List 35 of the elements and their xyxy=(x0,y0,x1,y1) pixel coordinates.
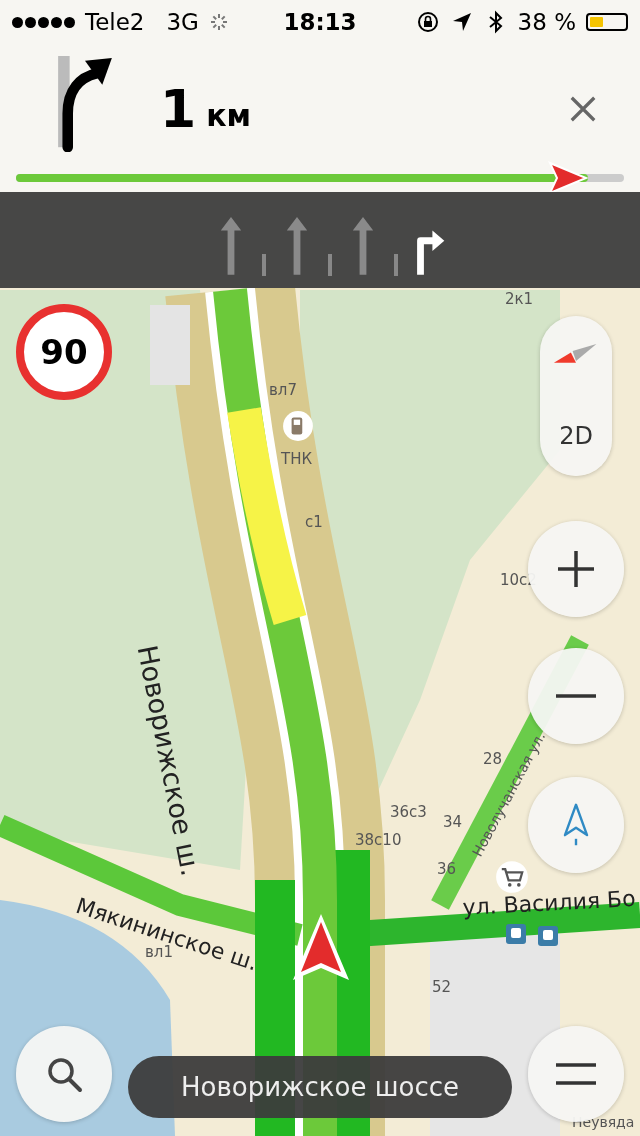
plus-icon xyxy=(556,549,596,589)
position-arrow-icon xyxy=(291,912,351,982)
menu-icon xyxy=(556,1062,596,1086)
rotation-lock-icon xyxy=(415,10,440,34)
signal-strength-icon xyxy=(12,16,75,28)
view-mode-button[interactable]: 2D xyxy=(540,396,612,476)
map-label: Неувяда xyxy=(572,1115,635,1129)
bus-stop-icon xyxy=(506,924,526,944)
map-label: ТНК xyxy=(281,452,313,467)
map-label: 52 xyxy=(432,980,452,995)
map-label: 10с2 xyxy=(500,573,537,588)
current-street-label: Новорижское шоссе xyxy=(128,1056,512,1118)
map-label: 34 xyxy=(443,815,463,830)
map-label: вл7 xyxy=(269,383,297,398)
carrier-name: Tele2 xyxy=(85,9,145,35)
battery-icon xyxy=(586,13,628,31)
shopping-cart-icon xyxy=(495,860,529,894)
clock-time: 18:13 xyxy=(283,9,357,35)
fuel-pump-icon xyxy=(282,410,314,442)
position-marker-icon xyxy=(547,161,588,195)
map-label: 2к1 xyxy=(505,292,534,307)
distance-unit: км xyxy=(206,97,252,133)
battery-percent: 38 % xyxy=(517,9,576,35)
map-label: с1 xyxy=(305,515,323,530)
north-arrow-icon xyxy=(562,802,590,848)
network-type: 3G xyxy=(166,9,199,35)
close-icon xyxy=(568,94,598,124)
map-label: ул. Василия Бо xyxy=(462,887,637,919)
minus-icon xyxy=(556,693,596,699)
map-label: 36с3 xyxy=(390,805,427,820)
activity-spinner-icon xyxy=(208,12,229,32)
map-label: 38с10 xyxy=(355,833,402,848)
turn-arrow-icon xyxy=(56,56,114,152)
distance-value: 1 xyxy=(160,79,197,139)
bus-stop-icon xyxy=(538,926,558,946)
